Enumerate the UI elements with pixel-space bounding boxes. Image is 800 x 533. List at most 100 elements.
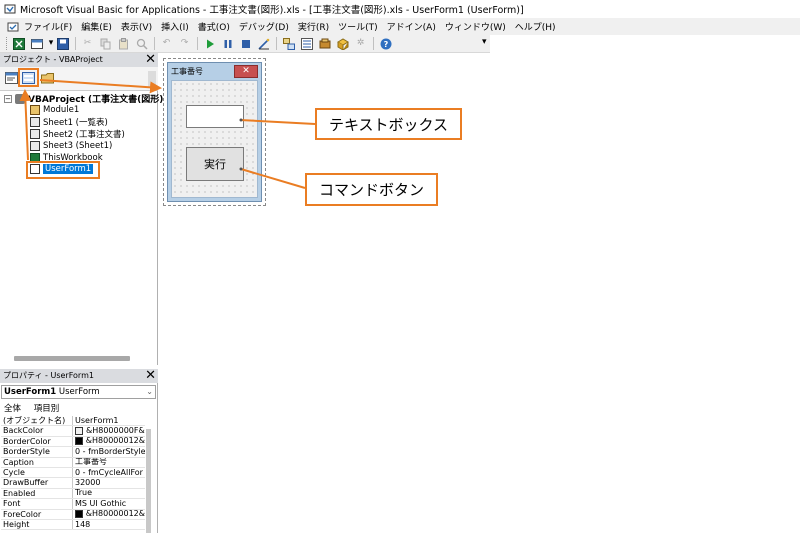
command-button-control[interactable]: 実行: [186, 147, 244, 181]
close-icon[interactable]: ✕: [234, 65, 258, 78]
userform-client-area[interactable]: 実行: [171, 80, 258, 198]
toolbox-icon[interactable]: [336, 37, 349, 50]
project-tree-horizontal-scrollbar[interactable]: [14, 356, 130, 361]
property-row[interactable]: BorderStyle 0 - fmBorderStyle: [1, 447, 145, 458]
menu-window[interactable]: ウィンドウ(W): [445, 20, 506, 33]
property-row[interactable]: (オブジェクト名) UserForm1: [1, 416, 145, 427]
excel-view-icon[interactable]: [12, 37, 25, 50]
callout-command-button: コマンドボタン: [305, 173, 438, 206]
property-row[interactable]: Font MS UI Gothic: [1, 499, 145, 510]
tree-root[interactable]: − VBAProject (工事注文書(図形): [4, 93, 163, 105]
vba-menu-icon[interactable]: [6, 20, 19, 33]
property-row[interactable]: BorderColor &H80000012&: [1, 436, 145, 448]
property-value[interactable]: &H80000012&: [73, 510, 145, 519]
insert-userform-icon[interactable]: [30, 37, 43, 50]
collapse-icon[interactable]: −: [4, 94, 12, 103]
toolbar-overflow-icon[interactable]: ▾: [482, 37, 487, 47]
highlight-view-object-button: [18, 68, 39, 87]
menu-bar: ファイル(F) 編集(E) 表示(V) 挿入(I) 書式(O) デバッグ(D) …: [0, 18, 800, 35]
toolbar-separator: [154, 37, 155, 50]
module-icon: [30, 104, 40, 115]
toolbar-empty-area: ▾: [482, 35, 800, 53]
tab-alphabetic[interactable]: 全体: [4, 404, 21, 414]
sheet-icon: [30, 140, 40, 151]
close-icon[interactable]: ✕: [145, 53, 156, 66]
property-row[interactable]: DrawBuffer 32000: [1, 478, 145, 489]
tree-item-sheet2[interactable]: Sheet2 (工事注文書): [30, 128, 125, 140]
property-row[interactable]: Enabled True: [1, 488, 145, 500]
tab-categorized[interactable]: 項目別: [34, 404, 60, 414]
property-value[interactable]: 工事番号: [73, 458, 145, 467]
property-value[interactable]: MS UI Gothic: [73, 499, 145, 508]
property-value[interactable]: 0 - fmBorderStyle: [73, 447, 145, 456]
property-row[interactable]: Cycle 0 - fmCycleAllFor: [1, 467, 145, 479]
property-value[interactable]: 32000: [73, 478, 145, 487]
property-name: Height: [1, 519, 73, 530]
menu-run[interactable]: 実行(R): [298, 20, 329, 33]
textbox-control[interactable]: [186, 105, 244, 128]
find-icon[interactable]: [135, 37, 148, 50]
tree-item-label: Sheet2 (工事注文書): [43, 129, 125, 140]
help-icon[interactable]: ?: [379, 37, 392, 50]
property-value[interactable]: UserForm1: [73, 416, 145, 425]
property-row[interactable]: ForeColor &H80000012&: [1, 509, 145, 520]
run-icon[interactable]: [203, 37, 216, 50]
property-value[interactable]: 0 - fmCycleAllFor: [73, 468, 145, 477]
color-swatch: [75, 510, 83, 519]
property-value[interactable]: &H80000012&: [73, 437, 145, 446]
object-selector-combo[interactable]: UserForm1 UserForm ⌄: [1, 385, 156, 399]
properties-window-icon[interactable]: [300, 37, 313, 50]
property-row[interactable]: BackColor &H8000000F&: [1, 426, 145, 437]
tree-item-sheet1[interactable]: Sheet1 (一覧表): [30, 116, 108, 128]
menu-view[interactable]: 表示(V): [121, 20, 152, 33]
window-title-bar: Microsoft Visual Basic for Applications …: [0, 0, 800, 18]
sheet-icon: [30, 128, 40, 139]
paste-icon[interactable]: [117, 37, 130, 50]
menu-edit[interactable]: 編集(E): [81, 20, 112, 33]
tree-item-label: Sheet3 (Sheet1): [43, 140, 113, 151]
menu-debug[interactable]: デバッグ(D): [239, 20, 289, 33]
vba-app-icon: [4, 4, 16, 14]
copy-icon[interactable]: [99, 37, 112, 50]
toggle-folders-icon[interactable]: [41, 72, 55, 85]
close-icon[interactable]: ✕: [145, 369, 156, 382]
save-icon[interactable]: [56, 37, 69, 50]
properties-grid: (オブジェクト名) UserForm1 BackColor &H8000000F…: [1, 416, 145, 531]
property-value[interactable]: 148: [73, 520, 145, 529]
menu-format[interactable]: 書式(O): [198, 20, 230, 33]
window-title: Microsoft Visual Basic for Applications …: [20, 5, 524, 16]
property-row[interactable]: Caption 工事番号: [1, 457, 145, 468]
customize-icon[interactable]: ✲: [354, 37, 367, 50]
tree-item-module1[interactable]: Module1: [30, 104, 79, 115]
undo-icon[interactable]: ↶: [160, 37, 173, 50]
property-value[interactable]: &H8000000F&: [73, 426, 145, 435]
color-swatch: [75, 427, 83, 436]
toolbar-grip[interactable]: [6, 37, 9, 50]
redo-icon[interactable]: ↷: [178, 37, 191, 50]
menu-tools[interactable]: ツール(T): [338, 20, 378, 33]
cut-icon[interactable]: ✂: [81, 37, 94, 50]
project-tree: − VBAProject (工事注文書(図形) Module1 Sheet1 (…: [0, 91, 163, 351]
break-icon[interactable]: [221, 37, 234, 50]
project-explorer-icon[interactable]: [282, 37, 295, 50]
menu-addins[interactable]: アドイン(A): [387, 20, 436, 33]
properties-panel: プロパティ - UserForm1 ✕ UserForm1 UserForm ⌄…: [0, 369, 158, 533]
object-browser-icon[interactable]: [318, 37, 331, 50]
property-row[interactable]: Height 148: [1, 519, 145, 531]
properties-panel-title: プロパティ - UserForm1 ✕: [0, 369, 158, 383]
reset-icon[interactable]: [239, 37, 252, 50]
menu-insert[interactable]: 挿入(I): [161, 20, 189, 33]
design-mode-icon[interactable]: [257, 37, 270, 50]
properties-vertical-scrollbar[interactable]: [146, 429, 151, 533]
menu-help[interactable]: ヘルプ(H): [515, 20, 556, 33]
menu-file[interactable]: ファイル(F): [24, 20, 72, 33]
property-value[interactable]: True: [73, 489, 145, 498]
dropdown-arrow-icon[interactable]: ▾: [48, 37, 54, 50]
userform1[interactable]: 工事番号 ✕ 実行: [167, 62, 262, 202]
property-name: ForeColor: [1, 509, 73, 519]
tree-item-sheet3[interactable]: Sheet3 (Sheet1): [30, 140, 112, 151]
chevron-down-icon[interactable]: ⌄: [146, 386, 153, 398]
object-name: UserForm1: [4, 387, 57, 397]
project-panel-scroll-up-icon[interactable]: [148, 71, 156, 87]
view-code-icon[interactable]: [5, 72, 19, 85]
